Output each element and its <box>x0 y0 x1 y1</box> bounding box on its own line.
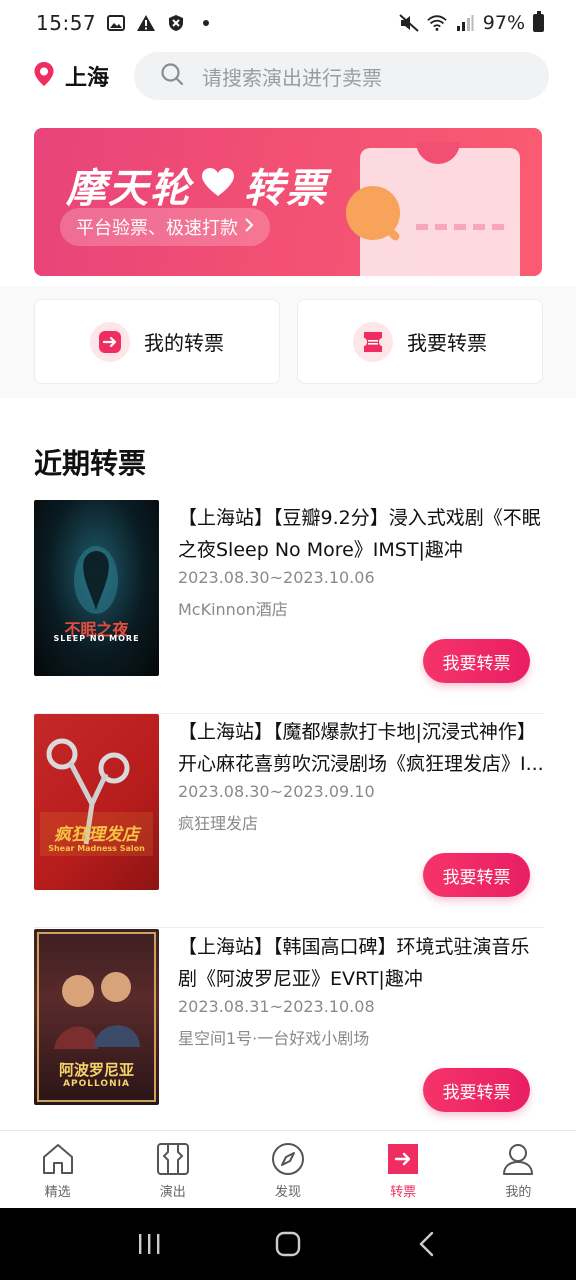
battery-icon <box>533 11 544 32</box>
home-button[interactable] <box>268 1224 308 1264</box>
item-date: 2023.08.30~2023.09.10 <box>178 782 375 801</box>
ticket-frame-icon <box>155 1141 191 1177</box>
search-placeholder: 请搜索演出进行卖票 <box>202 65 382 90</box>
banner-title-left: 摩天轮 <box>66 166 192 212</box>
item-venue: 星空间1号·一台好戏小剧场 <box>178 1029 370 1048</box>
item-title: 【上海站】【韩国高口碑】环境式驻演音乐剧《阿波罗尼亚》EVRT|趣冲 <box>178 936 530 990</box>
profile-icon <box>500 1141 536 1177</box>
poster-subtitle: APOLLONIA <box>63 1079 130 1089</box>
nav-label-featured: 精选 <box>44 1185 71 1200</box>
search-input[interactable]: 请搜索演出进行卖票 <box>134 52 549 100</box>
bottom-nav: 精选 演出 发现 转票 我的 <box>0 1130 576 1208</box>
poster-title: 阿波罗尼亚 <box>58 1061 134 1079</box>
header: 上海 请搜索演出进行卖票 <box>0 50 576 102</box>
item-venue: 疯狂理发店 <box>178 814 259 833</box>
wifi-icon <box>427 13 447 33</box>
poster-subtitle: Shear Madness Salon <box>48 844 145 853</box>
item-date: 2023.08.31~2023.10.08 <box>178 997 375 1016</box>
nav-label-discover: 发现 <box>274 1185 301 1200</box>
status-right: 97% <box>399 11 544 34</box>
nav-item-featured[interactable]: 精选 <box>0 1131 115 1208</box>
poster-title: 疯狂理发店 <box>54 825 139 845</box>
sell-ticket-item-button[interactable]: 我要转票 <box>423 1068 530 1112</box>
battery-percent: 97% <box>482 12 525 34</box>
list-item[interactable]: 不眠之夜 SLEEP NO MORE 【上海站】【豆瓣9.2分】浸入式戏剧《不眠… <box>34 500 544 714</box>
divider <box>34 927 544 928</box>
gallery-notification-icon <box>106 13 126 33</box>
banner-subtitle-pill[interactable]: 平台验票、极速打款 <box>60 208 270 246</box>
dot-notification-icon <box>196 13 216 33</box>
list-item[interactable]: 阿波罗尼亚 APOLLONIA 【上海站】【韩国高口碑】环境式驻演音乐剧《阿波罗… <box>34 929 544 1143</box>
transfer-ticket-icon <box>385 1141 421 1177</box>
poster-image: 疯狂理发店 Shear Madness Salon <box>34 714 159 890</box>
sell-ticket-button[interactable]: 我要转票 <box>297 299 543 384</box>
nav-label-transfer: 转票 <box>390 1185 417 1200</box>
city-selector[interactable]: 上海 <box>33 60 109 92</box>
poster-image: 不眠之夜 SLEEP NO MORE <box>34 500 159 676</box>
arrow-right-box-icon <box>90 321 130 362</box>
warning-notification-icon <box>136 13 156 33</box>
sell-ticket-label: 我要转票 <box>407 331 487 355</box>
my-tickets-button[interactable]: 我的转票 <box>34 299 280 384</box>
search-icon <box>160 62 184 90</box>
location-pin-icon <box>33 61 55 91</box>
recent-apps-button[interactable] <box>129 1224 169 1264</box>
nav-item-profile[interactable]: 我的 <box>461 1131 576 1208</box>
nav-item-shows[interactable]: 演出 <box>115 1131 230 1208</box>
item-title: 【上海站】【豆瓣9.2分】浸入式戏剧《不眠之夜Sleep No More》IMS… <box>178 507 541 561</box>
shield-notification-icon <box>166 13 186 33</box>
signal-icon <box>455 13 475 33</box>
status-time: 15:57 <box>36 11 97 35</box>
back-button[interactable] <box>407 1224 447 1264</box>
city-label: 上海 <box>65 66 110 91</box>
nav-item-discover[interactable]: 发现 <box>230 1131 345 1208</box>
ticket-dash <box>416 224 504 230</box>
promo-banner[interactable]: 摩天轮 转票 平台验票、极速打款 <box>34 128 542 276</box>
nav-label-profile: 我的 <box>505 1185 532 1200</box>
item-date: 2023.08.30~2023.10.06 <box>178 568 375 587</box>
poster-image: 阿波罗尼亚 APOLLONIA <box>34 929 159 1105</box>
chevron-right-icon <box>244 217 254 238</box>
banner-title-right: 转票 <box>244 166 328 212</box>
system-navigation-bar <box>0 1208 576 1280</box>
mute-icon <box>399 13 419 33</box>
status-bar: 15:57 97% <box>0 0 576 46</box>
banner-title: 摩天轮 转票 <box>66 156 328 214</box>
status-left: 15:57 <box>36 11 216 35</box>
my-tickets-label: 我的转票 <box>144 331 224 355</box>
ticket-icon <box>353 321 393 362</box>
list-item[interactable]: 疯狂理发店 Shear Madness Salon 【上海站】【魔都爆款打卡地|… <box>34 714 544 928</box>
item-title: 【上海站】【魔都爆款打卡地|沉浸式神作】开心麻花喜剪吹沉浸剧场《疯狂理发店》I.… <box>178 721 544 775</box>
sell-ticket-item-button[interactable]: 我要转票 <box>423 639 530 683</box>
item-venue: McKinnon酒店 <box>178 600 288 619</box>
heart-icon <box>200 162 236 208</box>
nav-item-transfer[interactable]: 转票 <box>346 1131 461 1208</box>
poster-subtitle: SLEEP NO MORE <box>53 634 140 643</box>
home-icon <box>40 1141 76 1177</box>
compass-icon <box>270 1141 306 1177</box>
banner-subtitle: 平台验票、极速打款 <box>76 218 238 239</box>
nav-label-shows: 演出 <box>159 1185 186 1200</box>
section-title: 近期转票 <box>34 447 147 480</box>
sell-ticket-item-button[interactable]: 我要转票 <box>423 853 530 897</box>
